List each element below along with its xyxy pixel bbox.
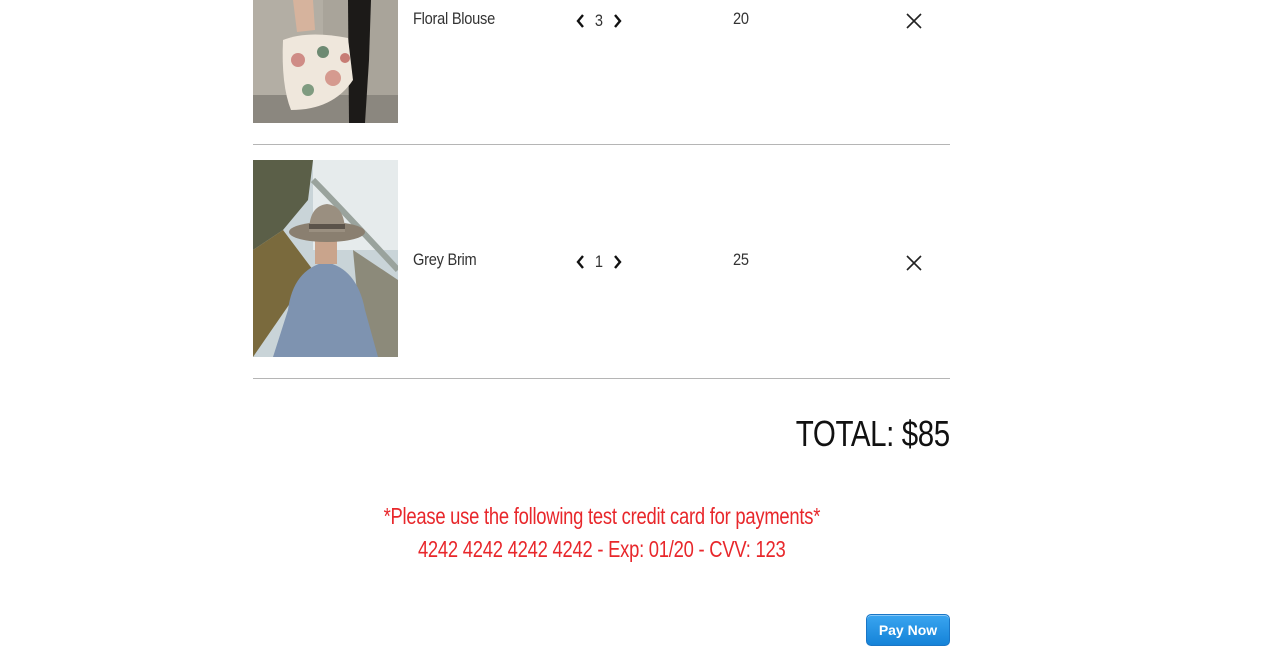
close-icon[interactable] <box>903 10 925 32</box>
chevron-right-icon[interactable] <box>611 250 625 274</box>
test-card-notice: *Please use the following test credit ca… <box>253 500 950 566</box>
quantity-value: 3 <box>594 11 604 30</box>
notice-line-2: 4242 4242 4242 4242 - Exp: 01/20 - CVV: … <box>417 536 786 562</box>
quantity-stepper[interactable]: 1 <box>573 250 633 274</box>
product-price: 20 <box>733 9 749 28</box>
cart-row-floral-blouse: Floral Blouse 3 20 <box>253 0 950 124</box>
quantity-value: 1 <box>594 252 604 271</box>
product-image-grey-brim <box>253 160 398 357</box>
product-name: Grey Brim <box>413 250 477 269</box>
row-divider <box>253 378 950 379</box>
product-image-floral-blouse <box>253 0 398 123</box>
cart-row-grey-brim: Grey Brim 1 25 <box>253 160 950 358</box>
chevron-left-icon[interactable] <box>573 9 587 33</box>
close-icon[interactable] <box>903 252 925 274</box>
notice-line-1: *Please use the following test credit ca… <box>383 503 820 529</box>
pay-now-button[interactable]: Pay Now <box>866 614 950 646</box>
product-price: 25 <box>733 250 749 269</box>
row-divider <box>253 144 950 145</box>
cart-total: TOTAL: $85 <box>796 413 950 454</box>
chevron-left-icon[interactable] <box>573 250 587 274</box>
chevron-right-icon[interactable] <box>611 9 625 33</box>
product-name: Floral Blouse <box>413 9 495 28</box>
quantity-stepper[interactable]: 3 <box>573 9 633 33</box>
